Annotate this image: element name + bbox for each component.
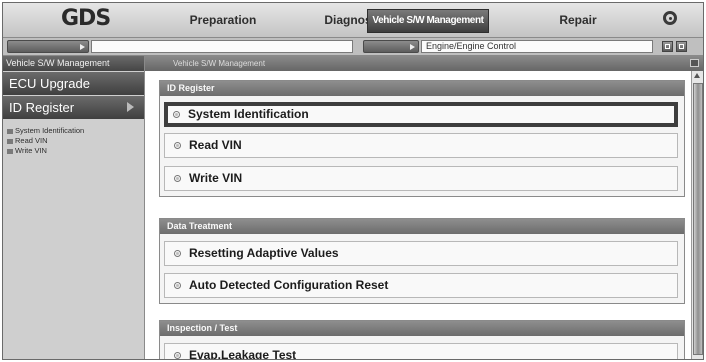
vehicle-field[interactable] — [91, 40, 353, 53]
option-resetting-adaptive-values[interactable]: Resetting Adaptive Values — [164, 241, 678, 266]
option-read-vin[interactable]: Read VIN — [164, 133, 678, 158]
option-write-vin[interactable]: Write VIN — [164, 166, 678, 191]
chevron-right-icon — [127, 102, 134, 112]
option-system-identification[interactable]: System Identification — [164, 102, 678, 127]
window-button-icon[interactable] — [662, 41, 673, 52]
sidebar-item-label: ID Register — [9, 100, 75, 115]
list-icon — [7, 148, 13, 154]
group-title: ID Register — [160, 81, 684, 96]
tab-vehicle-sw-management[interactable]: Vehicle S/W Management — [367, 9, 489, 33]
top-tab-bar: GDS Preparation Diagnosis Vehicle S/W Ma… — [3, 3, 703, 38]
option-evap-leakage-test[interactable]: Evap.Leakage Test — [164, 343, 678, 360]
sidebar-subitem-write-vin[interactable]: Write VIN — [7, 146, 47, 155]
sidebar-subitem-system-identification[interactable]: System Identification — [7, 126, 84, 135]
option-label: Resetting Adaptive Values — [189, 246, 339, 260]
sidebar-item-id-register[interactable]: ID Register — [3, 96, 144, 119]
sidebar-subitem-label: Write VIN — [15, 146, 47, 155]
vertical-scrollbar[interactable] — [691, 71, 703, 359]
option-label: Read VIN — [189, 138, 242, 152]
print-icon[interactable] — [690, 59, 699, 67]
home-icon[interactable] — [663, 11, 677, 25]
tab-preparation[interactable]: Preparation — [153, 9, 293, 31]
group-data-treatment: Data Treatment Resetting Adaptive Values… — [159, 218, 685, 304]
sidebar-item-ecu-upgrade[interactable]: ECU Upgrade — [3, 72, 144, 95]
list-icon — [7, 128, 13, 134]
option-label: Write VIN — [189, 171, 243, 185]
radio-icon — [174, 250, 181, 257]
scrollbar-thumb[interactable] — [693, 83, 703, 355]
sidebar-header: Vehicle S/W Management — [3, 56, 144, 71]
option-label: System Identification — [188, 107, 309, 121]
sidebar-subitem-label: System Identification — [15, 126, 85, 135]
system-button[interactable] — [363, 40, 419, 53]
sidebar-item-label: ECU Upgrade — [9, 76, 90, 91]
main-panel-header-controls — [145, 56, 703, 71]
list-icon — [7, 138, 13, 144]
main-panel: Vehicle S/W Management ID Register Syste… — [145, 56, 703, 359]
radio-icon — [174, 282, 181, 289]
radio-icon — [173, 111, 180, 118]
chevron-right-icon — [410, 44, 415, 50]
gds-logo: GDS — [61, 6, 111, 31]
sidebar-subitem-label: Read VIN — [15, 136, 48, 145]
option-auto-detected-configuration-reset[interactable]: Auto Detected Configuration Reset — [164, 273, 678, 298]
group-title: Data Treatment — [160, 219, 684, 234]
group-id-register: ID Register System Identification Read V… — [159, 80, 685, 197]
option-label: Evap.Leakage Test — [189, 348, 297, 360]
radio-icon — [174, 352, 181, 359]
app-window: GDS Preparation Diagnosis Vehicle S/W Ma… — [2, 2, 704, 360]
radio-icon — [174, 142, 181, 149]
group-inspection-test: Inspection / Test Evap.Leakage Test — [159, 320, 685, 360]
option-label: Auto Detected Configuration Reset — [189, 278, 389, 292]
path-bar: Engine/Engine Control — [3, 38, 703, 56]
sidebar: Vehicle S/W Management ECU Upgrade ID Re… — [3, 56, 145, 359]
group-title: Inspection / Test — [160, 321, 684, 336]
system-field[interactable]: Engine/Engine Control — [421, 40, 653, 53]
chevron-right-icon — [80, 44, 85, 50]
vehicle-button[interactable] — [7, 40, 89, 53]
tab-repair[interactable]: Repair — [523, 9, 633, 31]
radio-icon — [174, 175, 181, 182]
window-button-icon[interactable] — [676, 41, 687, 52]
sidebar-subitem-read-vin[interactable]: Read VIN — [7, 136, 48, 145]
scroll-up-icon[interactable] — [694, 73, 700, 78]
